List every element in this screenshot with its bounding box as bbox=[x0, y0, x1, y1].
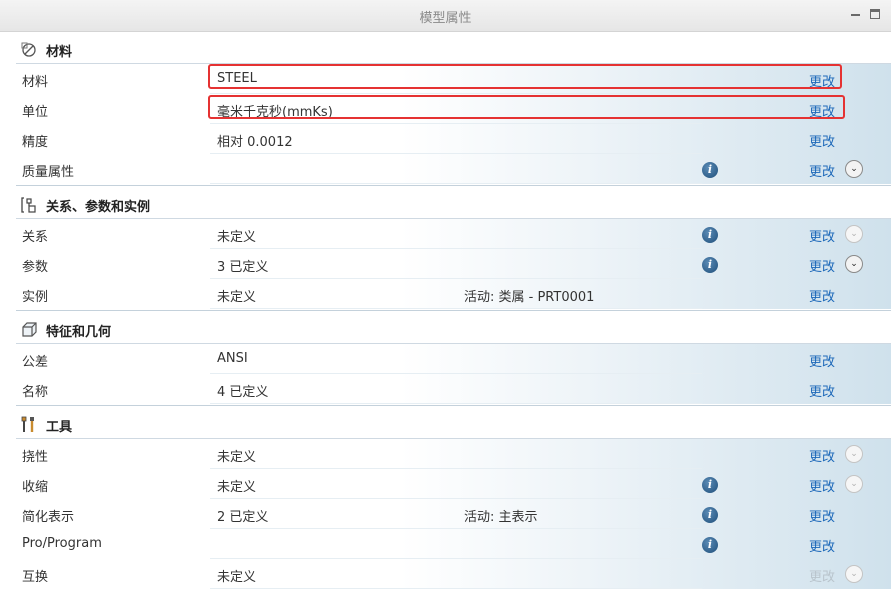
row-background bbox=[210, 249, 891, 279]
property-row: 公差 ANSI 更改 bbox=[0, 344, 891, 374]
help-icon[interactable]: i bbox=[702, 507, 718, 523]
section-title: 特征和几何 bbox=[46, 325, 112, 340]
property-row: 名称 4 已定义 更改 bbox=[0, 374, 891, 404]
section-header: 关系、参数和实例 bbox=[0, 189, 891, 219]
section-title: 工具 bbox=[46, 420, 73, 435]
property-label: 质量属性 bbox=[22, 165, 75, 180]
property-row: 关系 未定义 i 更改 ⌄ bbox=[0, 219, 891, 249]
chevron-down-icon: ⌄ bbox=[845, 225, 863, 243]
property-label: 挠性 bbox=[22, 450, 49, 465]
tools-icon bbox=[20, 416, 38, 434]
property-label: 公差 bbox=[22, 355, 49, 370]
property-row: 精度 相对 0.0012 更改 bbox=[0, 124, 891, 154]
property-active-value: 活动: 类属 - PRT0001 bbox=[464, 290, 595, 305]
material-icon bbox=[20, 41, 38, 59]
relations-icon bbox=[20, 196, 38, 214]
property-active-value: 活动: 主表示 bbox=[464, 510, 538, 525]
maximize-icon[interactable] bbox=[870, 9, 880, 19]
row-background bbox=[210, 499, 891, 529]
property-label: 收缩 bbox=[22, 480, 49, 495]
property-row: 参数 3 已定义 i 更改 ⌄ bbox=[0, 249, 891, 279]
help-icon[interactable]: i bbox=[702, 162, 718, 178]
row-background bbox=[210, 529, 891, 559]
property-label: 互换 bbox=[22, 570, 49, 585]
change-link[interactable]: 更改 bbox=[809, 131, 835, 150]
property-value: 未定义 bbox=[217, 230, 257, 245]
property-value: 未定义 bbox=[217, 290, 257, 305]
section-title: 材料 bbox=[46, 45, 73, 60]
change-link[interactable]: 更改 bbox=[809, 256, 835, 275]
change-link[interactable]: 更改 bbox=[809, 286, 835, 305]
help-icon[interactable]: i bbox=[702, 227, 718, 243]
chevron-down-icon[interactable]: ⌄ bbox=[845, 160, 863, 178]
chevron-down-icon: ⌄ bbox=[845, 565, 863, 583]
property-row: 收缩 未定义 i 更改 ⌄ bbox=[0, 469, 891, 499]
property-row: 简化表示 2 已定义 活动: 主表示 i 更改 bbox=[0, 499, 891, 529]
chevron-down-icon[interactable]: ⌄ bbox=[845, 255, 863, 273]
section-header: 工具 bbox=[0, 409, 891, 439]
row-background bbox=[210, 469, 891, 499]
row-background bbox=[210, 124, 891, 154]
change-link[interactable]: 更改 bbox=[809, 161, 835, 180]
property-label: Pro/Program bbox=[22, 536, 102, 551]
property-value: 3 已定义 bbox=[217, 260, 269, 275]
change-link[interactable]: 更改 bbox=[809, 536, 835, 555]
property-value: 相对 0.0012 bbox=[217, 135, 293, 150]
property-row: Pro/Program i 更改 bbox=[0, 529, 891, 559]
property-label: 实例 bbox=[22, 290, 49, 305]
property-label: 参数 bbox=[22, 260, 49, 275]
chevron-down-icon: ⌄ bbox=[845, 475, 863, 493]
change-link[interactable]: 更改 bbox=[809, 351, 835, 370]
property-value: 2 已定义 bbox=[217, 510, 269, 525]
property-label: 名称 bbox=[22, 385, 49, 400]
property-value: 未定义 bbox=[217, 450, 257, 465]
feature-geometry-icon bbox=[20, 321, 38, 339]
property-value: 未定义 bbox=[217, 570, 257, 585]
change-link: 更改 bbox=[809, 570, 836, 585]
value-underline bbox=[210, 403, 702, 404]
window-title: 模型属性 bbox=[419, 11, 472, 26]
property-label: 精度 bbox=[22, 135, 49, 150]
section-header: 特征和几何 bbox=[0, 314, 891, 344]
property-label: 材料 bbox=[22, 75, 49, 90]
property-label: 单位 bbox=[22, 105, 49, 120]
property-value: 未定义 bbox=[217, 480, 257, 495]
property-row: 实例 未定义 活动: 类属 - PRT0001 更改 bbox=[0, 279, 891, 309]
property-value: 4 已定义 bbox=[217, 385, 269, 400]
change-link[interactable]: 更改 bbox=[809, 226, 835, 245]
property-row: 挠性 未定义 更改 ⌄ bbox=[0, 439, 891, 469]
property-label: 关系 bbox=[22, 230, 49, 245]
row-background bbox=[210, 154, 891, 184]
change-link[interactable]: 更改 bbox=[809, 476, 835, 495]
change-link[interactable]: 更改 bbox=[809, 381, 835, 400]
highlight-units-row bbox=[208, 95, 845, 119]
chevron-down-icon: ⌄ bbox=[845, 445, 863, 463]
section-separator bbox=[16, 310, 891, 311]
section-separator bbox=[16, 185, 891, 186]
title-bar: 模型属性 bbox=[0, 0, 891, 32]
row-background bbox=[210, 374, 891, 404]
property-row: 质量属性 i 更改 ⌄ bbox=[0, 154, 891, 184]
row-background bbox=[210, 439, 891, 469]
section-header: 材料 bbox=[0, 34, 891, 64]
row-background bbox=[210, 344, 891, 374]
value-underline bbox=[210, 183, 702, 184]
change-link[interactable]: 更改 bbox=[809, 506, 835, 525]
property-label: 简化表示 bbox=[22, 510, 75, 525]
change-link[interactable]: 更改 bbox=[809, 446, 835, 465]
highlight-material-row bbox=[208, 64, 842, 89]
help-icon[interactable]: i bbox=[702, 537, 718, 553]
help-icon[interactable]: i bbox=[702, 477, 718, 493]
help-icon[interactable]: i bbox=[702, 257, 718, 273]
section-separator bbox=[16, 405, 891, 406]
section-title: 关系、参数和实例 bbox=[46, 200, 151, 215]
minimize-icon[interactable] bbox=[851, 14, 860, 16]
property-value: ANSI bbox=[217, 351, 248, 366]
row-background bbox=[210, 219, 891, 249]
value-underline bbox=[210, 308, 702, 309]
